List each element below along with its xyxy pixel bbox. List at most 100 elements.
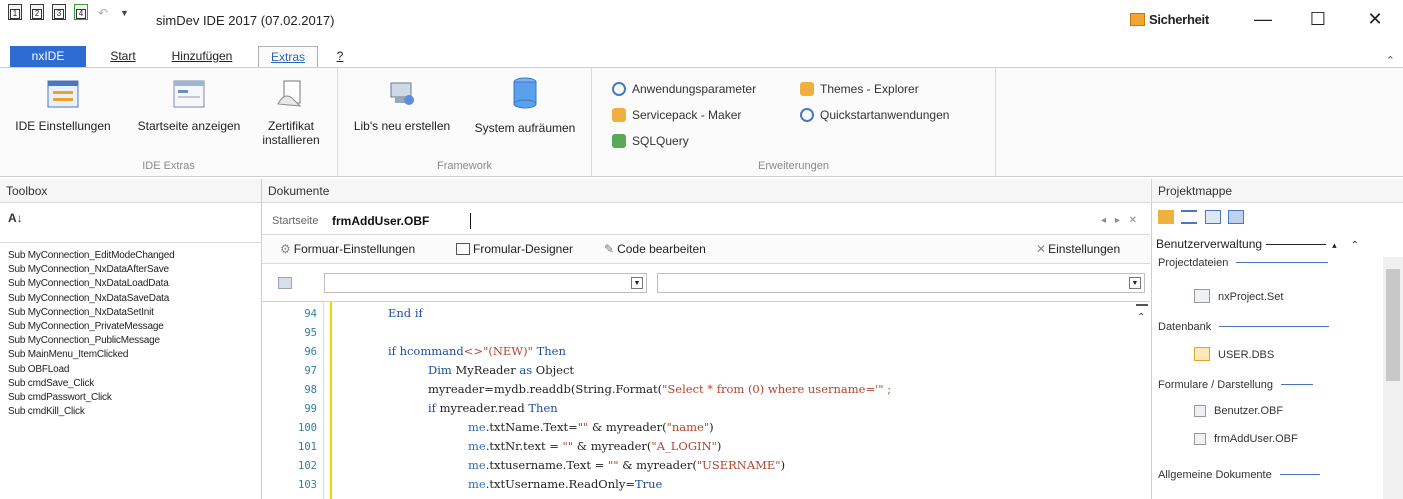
code-string: "A_LOGIN" (651, 439, 717, 453)
form-designer-button[interactable]: Fromular-Designer (456, 242, 573, 256)
app-parameters-button[interactable]: Anwendungsparameter (612, 80, 756, 98)
tab-help[interactable]: ? (330, 46, 350, 68)
tools-icon: ✕ (1036, 242, 1047, 256)
code-line: me.txtNr.text = "" & myreader("A_LOGIN") (468, 439, 721, 453)
toolbox-panel: Toolbox A↓ Sub MyConnection_EditModeChan… (0, 179, 262, 499)
code-line: me.txtusername.Text = "" & myreader("USE… (468, 458, 785, 472)
tree-item[interactable]: USER.DBS (1194, 347, 1274, 361)
show-startpage-button[interactable]: Startseite anzeigen (126, 78, 252, 133)
member-select[interactable]: ▼ (657, 273, 1145, 293)
quickstart-apps-button[interactable]: Quickstartanwendungen (800, 106, 949, 124)
tab-startseite[interactable]: Startseite (272, 215, 318, 227)
list-item[interactable]: Sub cmdKill_Click (8, 405, 175, 419)
qat-dropdown-icon[interactable]: ▼ (120, 8, 129, 18)
tab-nav-controls[interactable]: ◂ ▸ ✕ (1101, 215, 1140, 226)
sqlquery-button[interactable]: SQLQuery (612, 132, 689, 150)
form-settings-label: Formuar-Einstellungen (293, 242, 416, 256)
scrollbar-thumb[interactable] (1386, 269, 1400, 381)
list-item[interactable]: Sub cmdSave_Click (8, 377, 175, 391)
form-settings-button[interactable]: ⚙ Formuar-Einstellungen (280, 242, 415, 256)
list-item[interactable]: Sub MyConnection_NxDataSaveData (8, 292, 175, 306)
project-scrollbar[interactable] (1383, 257, 1403, 499)
details-view-icon[interactable] (1204, 209, 1221, 224)
section-label: Projectdateien (1158, 257, 1229, 269)
ribbon-collapse-icon[interactable]: ⌃ (1386, 54, 1395, 67)
code-text: Object (532, 363, 575, 377)
tab-label: nxIDE (31, 49, 65, 63)
tab-start[interactable]: Start (98, 46, 148, 68)
section-projectdateien: Projectdateien (1158, 257, 1329, 269)
run-icon[interactable]: 4 (74, 4, 88, 20)
security-label: Sicherheit (1149, 12, 1209, 27)
security-indicator[interactable]: Sicherheit (1130, 12, 1209, 27)
tree-item[interactable]: frmAddUser.OBF (1194, 433, 1298, 445)
ribbon: IDE Einstellungen Startseite anzeigen Ze… (0, 67, 1403, 177)
tree-item-label: Benutzer.OBF (1214, 405, 1284, 417)
tab-frmadduser[interactable]: frmAddUser.OBF (332, 214, 429, 228)
tree-item[interactable]: nxProject.Set (1194, 289, 1283, 303)
edit-code-button[interactable]: ✎ Code bearbeiten (604, 242, 706, 256)
solution-root[interactable]: Benutzerverwaltung ▴ ⌃ (1156, 237, 1359, 251)
section-allgemeine-dokumente: Allgemeine Dokumente (1158, 469, 1320, 481)
tab-nxide[interactable]: nxIDE (10, 46, 86, 68)
code-text: MyReader (451, 363, 520, 377)
section-label: Formulare / Darstellung (1158, 379, 1273, 391)
list-item[interactable]: Sub MyConnection_NxDataSetInit (8, 306, 175, 320)
list-item[interactable]: Sub MyConnection_NxDataLoadData (8, 277, 175, 291)
tree-item[interactable]: Benutzer.OBF (1194, 405, 1283, 417)
scroll-up-icon[interactable]: ⌃ (1351, 240, 1359, 251)
open-file-icon[interactable]: 2 (30, 4, 44, 20)
undo-icon[interactable]: ↶ (98, 6, 108, 20)
view-options-icon[interactable] (1228, 209, 1245, 224)
ribbon-group-ide-extras: IDE Einstellungen Startseite anzeigen Ze… (0, 68, 338, 176)
scroll-up-icon[interactable]: ⌃ (1137, 312, 1145, 323)
code-text: ) (780, 458, 786, 472)
list-item[interactable]: Sub MainMenu_ItemClicked (8, 348, 175, 362)
line-number-gutter: 94 95 96 97 98 99 100 101 102 103 (262, 302, 324, 499)
list-item[interactable]: Sub MyConnection_PrivateMessage (8, 320, 175, 334)
collapse-icon[interactable]: ▴ (1332, 240, 1337, 250)
new-file-icon[interactable]: 1 (8, 4, 22, 20)
list-view-icon[interactable] (1181, 209, 1198, 224)
toolbox-list: Sub MyConnection_EditModeChanged Sub MyC… (8, 249, 175, 419)
ribbon-group-label: Erweiterungen (758, 160, 829, 172)
servicepack-maker-button[interactable]: Servicepack - Maker (612, 106, 741, 124)
split-handle[interactable] (1136, 304, 1148, 306)
ide-settings-button[interactable]: IDE Einstellungen (6, 78, 120, 133)
object-select[interactable]: ▼ (324, 273, 647, 293)
title-bar: 1 2 3 4 ↶ ▼ simDev IDE 2017 (07.02.2017)… (0, 0, 1403, 40)
list-item[interactable]: Sub OBFLoad (8, 363, 175, 377)
sort-alpha-icon[interactable]: A↓ (8, 211, 23, 225)
list-item[interactable]: Sub cmdPasswort_Click (8, 391, 175, 405)
list-item[interactable]: Sub MyConnection_NxDataAfterSave (8, 263, 175, 277)
themes-explorer-button[interactable]: Themes - Explorer (800, 80, 919, 98)
tab-label: Start (110, 49, 136, 63)
rebuild-libs-button[interactable]: Lib's neu erstellen (340, 78, 464, 133)
keytip: 4 (76, 9, 86, 19)
close-button[interactable]: ✕ (1360, 8, 1390, 30)
code-text: .txtNr.text = (485, 439, 563, 453)
code-editor[interactable]: 94 95 96 97 98 99 100 101 102 103 End if… (262, 301, 1150, 499)
list-item[interactable]: Sub MyConnection_PublicMessage (8, 334, 175, 348)
folder-icon[interactable] (1158, 209, 1174, 224)
settings-button[interactable]: ✕ Einstellungen (1036, 242, 1120, 256)
code-selectors: ▼ ▼ (262, 269, 1150, 297)
edit-code-label: Code bearbeiten (617, 242, 706, 256)
code-line: me.txtUsername.ReadOnly=True (468, 477, 662, 491)
maximize-button[interactable]: ☐ (1303, 8, 1333, 30)
section-formulare: Formulare / Darstellung (1158, 379, 1313, 391)
install-certificate-button[interactable]: Zertifikat installieren (258, 78, 324, 147)
cleanup-system-button[interactable]: System aufräumen (466, 77, 584, 135)
code-text: myreader.read (435, 401, 529, 415)
save-icon[interactable]: 3 (52, 4, 66, 20)
tab-hinzufuegen[interactable]: Hinzufügen (160, 46, 244, 68)
minimize-button[interactable]: — (1248, 8, 1278, 30)
code-line: me.txtName.Text="" & myreader("name") (468, 420, 714, 434)
editor-scrollbar[interactable]: ⌃ (1134, 302, 1150, 499)
class-icon (278, 277, 292, 289)
database-file-icon (1194, 347, 1210, 361)
list-item[interactable]: Sub MyConnection_EditModeChanged (8, 249, 175, 263)
install-certificate-label: Zertifikat installieren (262, 119, 320, 147)
tab-extras[interactable]: Extras (258, 46, 318, 68)
line-number: 99 (304, 403, 317, 415)
